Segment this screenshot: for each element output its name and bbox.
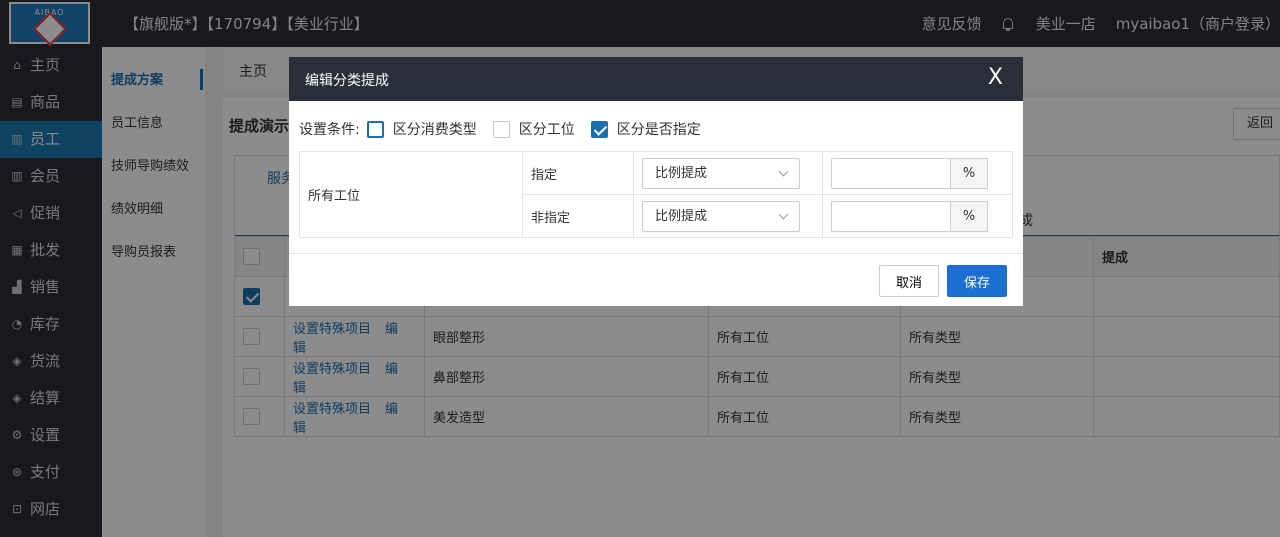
config-row: 所有工位 指定 比例提成 % xyxy=(299,151,1013,238)
chevron-down-icon xyxy=(778,166,789,176)
rate-input-group: % xyxy=(831,157,1012,189)
rate-input[interactable] xyxy=(831,157,951,189)
consume-type-checkbox[interactable] xyxy=(366,120,384,138)
assigned-label: 区分是否指定 xyxy=(616,122,701,138)
edit-category-commission-dialog: 编辑分类提成 X 设置条件: 区分消费类型 区分工位 区分是否指定 所有工位 指… xyxy=(289,57,1023,306)
assigned-checkbox[interactable] xyxy=(590,120,608,138)
condition-assigned[interactable]: 区分是否指定 xyxy=(590,119,701,139)
percent-addon: % xyxy=(951,200,988,232)
position-cell: 所有工位 xyxy=(299,151,523,238)
save-button[interactable]: 保存 xyxy=(947,265,1007,297)
dialog-footer: 取消 保存 xyxy=(289,253,1023,306)
commission-config-table: 所有工位 指定 比例提成 % 非指定 比例提成 % xyxy=(299,151,1013,238)
method-value: 比例提成 xyxy=(655,208,708,224)
chevron-down-icon xyxy=(778,209,789,219)
condition-consume-type[interactable]: 区分消费类型 xyxy=(366,119,477,139)
close-icon[interactable]: X xyxy=(988,67,1003,89)
condition-label: 设置条件: xyxy=(299,122,360,138)
cancel-button[interactable]: 取消 xyxy=(879,265,939,297)
dialog-title: 编辑分类提成 xyxy=(305,73,389,89)
method-value: 比例提成 xyxy=(655,165,708,181)
condition-position[interactable]: 区分工位 xyxy=(492,119,575,139)
assign-label: 非指定 xyxy=(522,194,634,238)
rate-input-group: % xyxy=(831,200,1012,232)
consume-type-label: 区分消费类型 xyxy=(392,122,477,138)
rate-input[interactable] xyxy=(831,200,951,232)
condition-row: 设置条件: 区分消费类型 区分工位 区分是否指定 xyxy=(299,119,717,139)
position-checkbox[interactable] xyxy=(492,120,510,138)
position-label: 区分工位 xyxy=(518,122,575,138)
percent-addon: % xyxy=(951,157,988,189)
assign-label: 指定 xyxy=(522,151,634,195)
method-select[interactable]: 比例提成 xyxy=(642,200,800,232)
dialog-header: 编辑分类提成 X xyxy=(289,57,1023,101)
method-select[interactable]: 比例提成 xyxy=(642,157,800,189)
